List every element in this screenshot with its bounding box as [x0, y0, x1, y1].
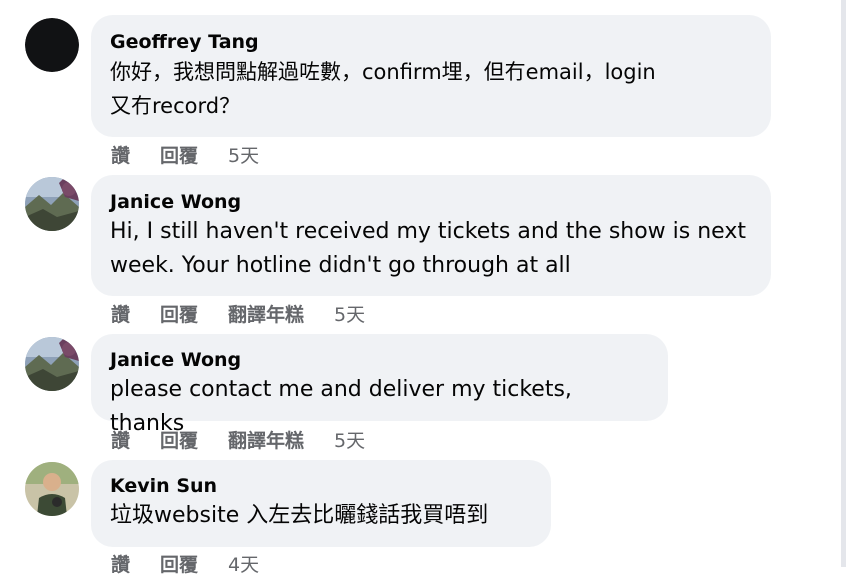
avatar[interactable]: [25, 177, 79, 231]
like-button[interactable]: 讚: [111, 426, 130, 453]
comment-actions: 讚 回覆 4天: [111, 550, 259, 577]
landscape-avatar-icon: [25, 337, 79, 391]
translate-button[interactable]: 翻譯年糕: [228, 300, 304, 327]
comment-text: Hi, I still haven't received my tickets …: [110, 219, 746, 278]
reply-button[interactable]: 回覆: [160, 426, 198, 453]
like-button[interactable]: 讚: [111, 550, 130, 577]
comment-actions: 讚 回覆 翻譯年糕 5天: [111, 426, 365, 453]
reply-button[interactable]: 回覆: [160, 141, 198, 168]
avatar[interactable]: [25, 18, 79, 72]
translate-button[interactable]: 翻譯年糕: [228, 426, 304, 453]
comment-author[interactable]: Janice Wong: [110, 191, 751, 213]
comment-actions: 讚 回覆 5天: [111, 141, 259, 168]
comment-actions: 讚 回覆 翻譯年糕 5天: [111, 300, 365, 327]
avatar[interactable]: [25, 337, 79, 391]
landscape-avatar-icon: [25, 177, 79, 231]
comment-author[interactable]: Geoffrey Tang: [110, 31, 751, 53]
comment-timestamp[interactable]: 5天: [334, 300, 365, 327]
comment-text: 垃圾website 入左去比曬錢話我買唔到: [110, 503, 489, 528]
avatar[interactable]: [25, 462, 79, 516]
like-button[interactable]: 讚: [111, 141, 130, 168]
scrollbar[interactable]: [841, 0, 846, 567]
comment-timestamp[interactable]: 5天: [228, 141, 259, 168]
reply-button[interactable]: 回覆: [160, 550, 198, 577]
comment-text: 你好，我想問點解過咗數，confirm埋，但冇email，login 又冇rec…: [110, 60, 656, 118]
comment-timestamp[interactable]: 5天: [334, 426, 365, 453]
comment-author[interactable]: Kevin Sun: [110, 475, 531, 497]
like-button[interactable]: 讚: [111, 300, 130, 327]
comment-bubble: Janice Wong please contact me and delive…: [91, 334, 668, 436]
comment-author[interactable]: Janice Wong: [110, 349, 648, 371]
comment-timestamp[interactable]: 4天: [228, 550, 259, 577]
dark-avatar-icon: [25, 18, 79, 72]
person-avatar-icon: [25, 462, 79, 516]
comment-bubble: Janice Wong Hi, I still haven't received…: [91, 175, 771, 296]
comment-bubble: Kevin Sun 垃圾website 入左去比曬錢話我買唔到: [91, 460, 551, 547]
reply-button[interactable]: 回覆: [160, 300, 198, 327]
comment-bubble: Geoffrey Tang 你好，我想問點解過咗數，confirm埋，但冇ema…: [91, 15, 771, 137]
